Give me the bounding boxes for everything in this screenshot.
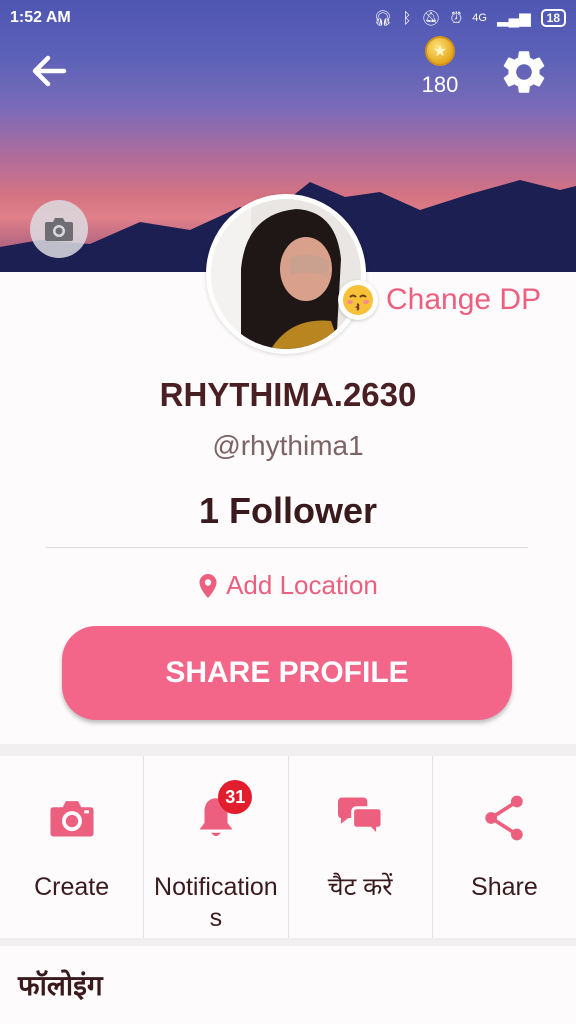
status-bar: 1:52 AM 🎧︎ ᛒ 🔕︎ ⏰︎ 4G ▂▄▆ 18	[0, 0, 576, 36]
share-button[interactable]: Share	[431, 756, 576, 938]
share-icon	[485, 795, 524, 841]
mute-icon: 🔕︎	[421, 10, 441, 27]
kissing-face-icon	[338, 280, 378, 320]
signal-icon: ▂▄▆	[496, 10, 531, 27]
coin-icon: ★	[425, 36, 455, 66]
settings-button[interactable]	[498, 46, 550, 98]
headphones-icon: 🎧︎	[373, 10, 393, 27]
profile-handle: @rhythima1	[212, 430, 364, 461]
share-profile-button[interactable]: SHARE PROFILE	[62, 626, 512, 720]
action-bar: Create 31 Notifications चैट करें Share	[0, 756, 576, 938]
coin-balance[interactable]: ★ 180	[410, 36, 470, 98]
add-location-button[interactable]: Add Location	[0, 570, 576, 601]
arrow-left-icon	[32, 55, 67, 87]
notification-badge: 31	[218, 780, 253, 814]
followers-count[interactable]: 1 Follower	[0, 490, 576, 532]
camera-icon	[45, 218, 73, 241]
back-button[interactable]	[26, 48, 72, 94]
bluetooth-icon: ᛒ	[402, 9, 412, 27]
following-title: फॉलोइंग	[18, 970, 103, 1001]
add-location-label: Add Location	[226, 570, 378, 600]
network-label: 4G	[472, 12, 487, 24]
avatar-photo	[211, 199, 361, 349]
alarm-icon: ⏰︎	[450, 9, 463, 27]
notifications-button[interactable]: 31 Notifications	[143, 756, 287, 938]
change-dp-label: Change DP	[386, 283, 542, 316]
chat-icon	[338, 797, 384, 840]
camera-icon	[50, 801, 94, 837]
profile-username: RHYTHIMA.2630	[159, 376, 417, 413]
chat-button[interactable]: चैट करें	[287, 756, 432, 938]
status-icons: 🎧︎ ᛒ 🔕︎ ⏰︎ 4G ▂▄▆ 18	[373, 9, 566, 27]
battery-indicator: 18	[540, 9, 566, 27]
location-pin-icon	[199, 573, 217, 598]
create-label: Create	[34, 873, 110, 901]
change-dp-button[interactable]: Change DP	[338, 280, 541, 320]
gear-icon	[503, 51, 545, 93]
status-time: 1:52 AM	[10, 9, 71, 26]
create-button[interactable]: Create	[0, 756, 143, 938]
chat-label: चैट करें	[327, 873, 393, 901]
cover-camera-button[interactable]	[30, 200, 88, 258]
divider	[46, 547, 528, 548]
coin-count: 180	[421, 72, 459, 97]
profile-avatar[interactable]	[206, 194, 366, 354]
notifications-label: Notifications	[154, 873, 278, 932]
following-section: फॉलोइंग	[0, 946, 576, 1024]
share-label: Share	[471, 873, 538, 901]
